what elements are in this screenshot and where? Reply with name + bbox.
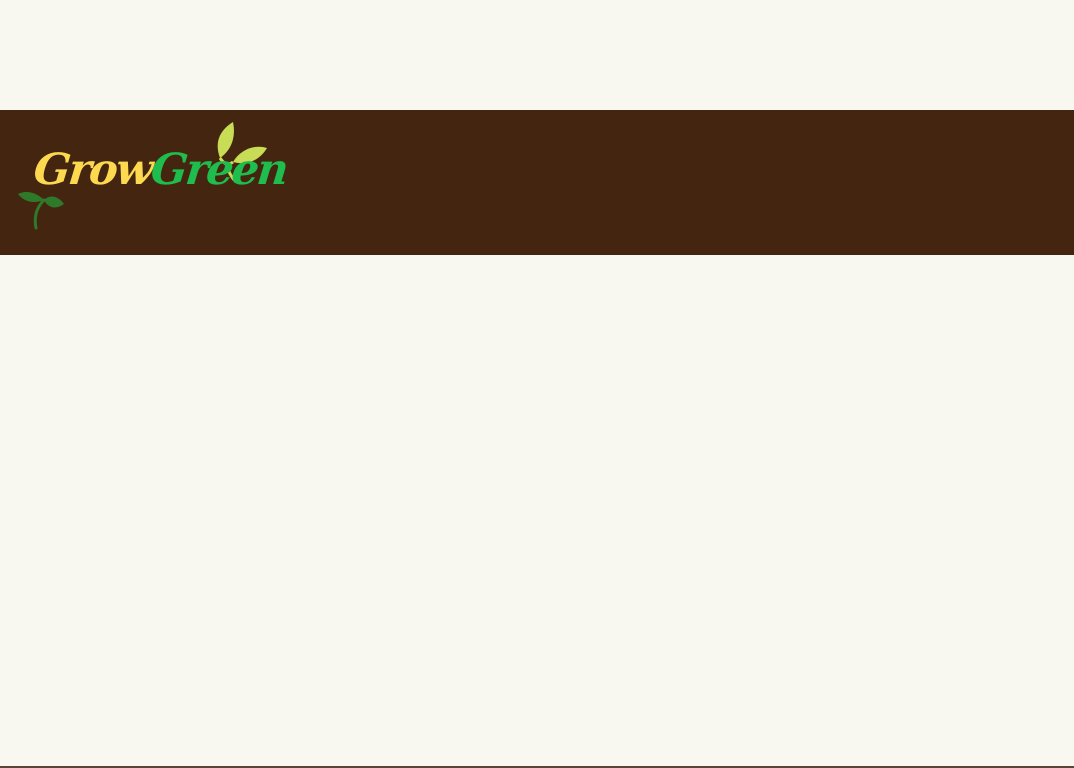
logo-wordmark: GrowGreen <box>31 140 290 200</box>
top-blank-area <box>0 0 1074 110</box>
main-content-area <box>0 255 1074 766</box>
logo-word-green: Green <box>148 145 290 195</box>
logo-word-grow: Grow <box>31 145 154 195</box>
